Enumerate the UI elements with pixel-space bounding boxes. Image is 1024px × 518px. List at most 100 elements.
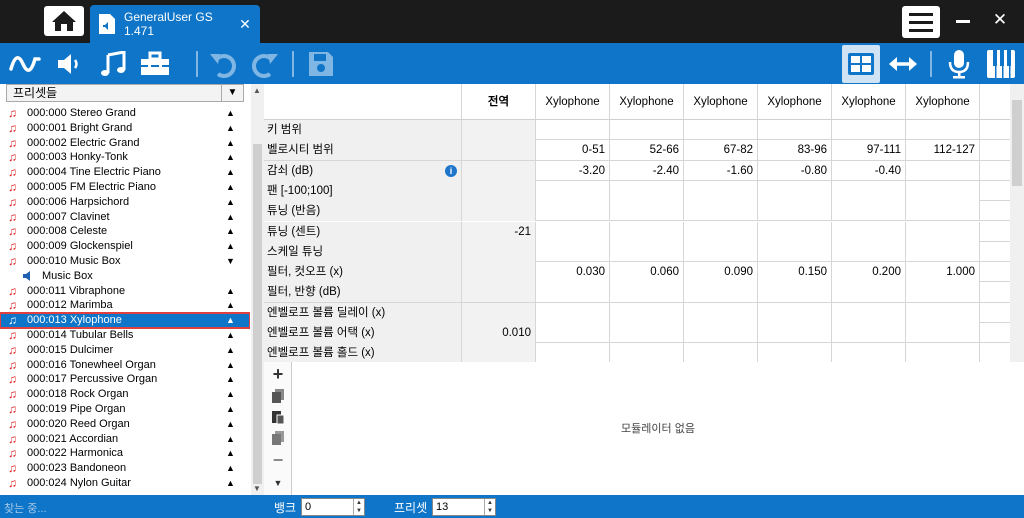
grid-cell[interactable] <box>684 302 758 323</box>
grid-cell[interactable] <box>832 302 906 323</box>
grid-cell[interactable] <box>684 201 758 222</box>
redo-icon[interactable] <box>248 47 282 81</box>
preset-item[interactable]: ♫ 000:022 Harmonica ▲ <box>0 446 250 461</box>
preset-item[interactable]: ♫ 000:024 Nylon Guitar ▲ <box>0 476 250 491</box>
grid-cell[interactable] <box>758 241 832 262</box>
speaker-icon[interactable] <box>52 47 86 81</box>
preset-item[interactable]: ♫ 000:023 Bandoneon ▲ <box>0 461 250 476</box>
instrument-item[interactable]: Music Box <box>0 269 250 284</box>
column-header-global[interactable]: 전역 <box>462 84 536 120</box>
scroll-up-icon[interactable]: ▲ <box>253 86 261 95</box>
tab-close-icon[interactable]: ✕ <box>236 16 254 33</box>
grid-cell[interactable] <box>462 160 536 181</box>
chevron-up-icon[interactable]: ▲ <box>226 417 235 432</box>
preset-spinbox[interactable]: 13 ▲ ▼ <box>432 498 496 516</box>
grid-cell[interactable] <box>462 343 536 362</box>
preset-item[interactable]: ♫ 000:020 Reed Organ ▲ <box>0 417 250 432</box>
menu-button[interactable] <box>902 6 940 38</box>
grid-cell[interactable] <box>906 302 980 323</box>
grid-cell[interactable]: 112-127 <box>906 140 980 161</box>
grid-cell[interactable] <box>906 120 980 140</box>
grid-cell[interactable]: 0.030 <box>536 262 610 283</box>
chevron-up-icon[interactable]: ▲ <box>226 461 235 476</box>
grid-cell[interactable]: 83-96 <box>758 140 832 161</box>
grid-cell[interactable] <box>832 120 906 140</box>
chevron-up-icon[interactable]: ▲ <box>226 136 235 151</box>
preset-item[interactable]: ♫ 000:014 Tubular Bells ▲ <box>0 328 250 343</box>
grid-cell[interactable] <box>906 221 980 242</box>
chevron-up-icon[interactable]: ▲ <box>226 372 235 387</box>
column-header-instrument[interactable]: Xylophone <box>832 84 906 120</box>
add-icon[interactable]: + <box>270 364 286 384</box>
chevron-up-icon[interactable]: ▲ <box>226 121 235 136</box>
move-down-icon[interactable]: ▼ <box>270 475 286 491</box>
grid-cell[interactable]: 97-111 <box>832 140 906 161</box>
grid-cell[interactable] <box>610 221 684 242</box>
grid-cell[interactable] <box>610 180 684 201</box>
chevron-up-icon[interactable]: ▲ <box>226 239 235 254</box>
grid-cell[interactable] <box>536 282 610 303</box>
grid-cell[interactable] <box>832 343 906 362</box>
scrollbar-thumb[interactable] <box>1012 100 1022 186</box>
preset-item[interactable]: ♫ 000:008 Celeste ▲ <box>0 224 250 239</box>
chevron-down-icon[interactable]: ▼ <box>221 85 243 101</box>
grid-cell[interactable] <box>684 323 758 343</box>
grid-cell[interactable] <box>536 120 610 140</box>
grid-cell[interactable] <box>906 343 980 362</box>
chevron-up-icon[interactable]: ▲ <box>226 387 235 402</box>
grid-cell[interactable] <box>536 241 610 262</box>
grid-cell[interactable] <box>832 201 906 222</box>
grid-cell[interactable] <box>906 241 980 262</box>
arrows-horizontal-icon[interactable] <box>886 47 920 81</box>
grid-cell[interactable] <box>462 282 536 303</box>
preset-item[interactable]: ♫ 000:002 Electric Grand ▲ <box>0 136 250 151</box>
duplicate-icon[interactable] <box>270 430 286 446</box>
grid-cell[interactable] <box>610 201 684 222</box>
preset-item[interactable]: ♫ 000:001 Bright Grand ▲ <box>0 121 250 136</box>
grid-cell[interactable] <box>832 323 906 343</box>
column-header-instrument[interactable]: Xylophone <box>906 84 980 120</box>
chevron-up-icon[interactable]: ▲ <box>226 106 235 121</box>
grid-cell[interactable] <box>906 282 980 303</box>
preset-item[interactable]: ♫ 000:005 FM Electric Piano ▲ <box>0 180 250 195</box>
preset-item[interactable]: ♫ 000:000 Stereo Grand ▲ <box>0 106 250 121</box>
grid-view-icon[interactable] <box>842 45 880 83</box>
chevron-up-icon[interactable]: ▲ <box>226 328 235 343</box>
grid-cell[interactable] <box>758 323 832 343</box>
bank-spinbox[interactable]: 0 ▲ ▼ <box>301 498 365 516</box>
column-header-instrument[interactable]: Xylophone <box>684 84 758 120</box>
grid-cell[interactable]: 0.150 <box>758 262 832 283</box>
preset-item[interactable]: ♫ 000:006 Harpsichord ▲ <box>0 195 250 210</box>
chevron-up-icon[interactable]: ▲ <box>226 180 235 195</box>
chevron-up-icon[interactable]: ▲ <box>226 432 235 447</box>
grid-cell[interactable] <box>610 343 684 362</box>
column-header-instrument[interactable]: Xylophone <box>758 84 832 120</box>
grid-cell[interactable] <box>462 180 536 201</box>
grid-cell[interactable]: 0.060 <box>610 262 684 283</box>
preset-item[interactable]: ♫ 000:017 Percussive Organ ▲ <box>0 372 250 387</box>
chevron-up-icon[interactable]: ▲ <box>226 224 235 239</box>
preset-item[interactable]: ♫ 000:007 Clavinet ▲ <box>0 210 250 225</box>
grid-cell[interactable]: 0-51 <box>536 140 610 161</box>
tab-soundfont[interactable]: GeneralUser GS 1.471 ✕ <box>90 5 260 43</box>
grid-cell[interactable]: -0.80 <box>758 160 832 181</box>
piano-keys-icon[interactable] <box>984 47 1018 81</box>
info-icon[interactable]: i <box>445 164 457 177</box>
chevron-up-icon[interactable]: ▲ <box>226 150 235 165</box>
scroll-down-icon[interactable]: ▼ <box>253 484 261 493</box>
grid-cell[interactable]: 0.200 <box>832 262 906 283</box>
grid-cell[interactable] <box>536 221 610 242</box>
close-window-button[interactable]: ✕ <box>990 10 1010 32</box>
grid-cell[interactable]: 1.000 <box>906 262 980 283</box>
grid-cell[interactable] <box>758 343 832 362</box>
grid-cell[interactable] <box>462 241 536 262</box>
grid-cell[interactable] <box>462 120 536 140</box>
chevron-up-icon[interactable]: ▲ <box>226 210 235 225</box>
grid-cell[interactable] <box>758 201 832 222</box>
grid-cell[interactable] <box>758 221 832 242</box>
preset-item[interactable]: ♫ 000:021 Accordian ▲ <box>0 432 250 447</box>
preset-list-scrollbar[interactable]: ▲ ▼ <box>251 84 264 495</box>
scrollbar-thumb[interactable] <box>253 144 262 484</box>
preset-item[interactable]: ♫ 000:010 Music Box ▼ <box>0 254 250 269</box>
grid-cell[interactable] <box>462 262 536 283</box>
